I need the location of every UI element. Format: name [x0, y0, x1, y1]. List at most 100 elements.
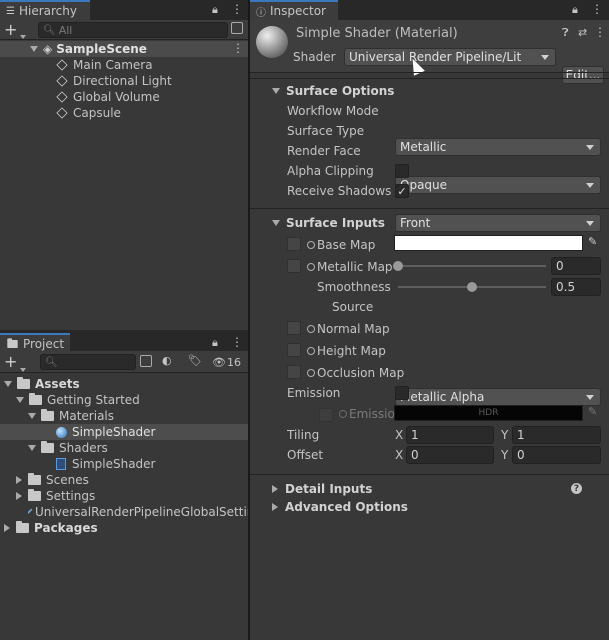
help-icon[interactable]: ?: [571, 483, 582, 494]
tree-label: SimpleShader: [72, 457, 156, 471]
collapse-icon[interactable]: [16, 476, 22, 484]
more-menu-icon[interactable]: ⋮: [231, 335, 243, 349]
tree-item-shaders[interactable]: Shaders: [28, 440, 108, 456]
list-item[interactable]: Global Volume: [56, 89, 160, 105]
folder-icon: [28, 473, 41, 485]
texture-picker-icon[interactable]: [307, 325, 315, 333]
tree-item-shader-simpleshader[interactable]: SimpleShader: [56, 456, 155, 472]
eyedropper-icon: ✎: [588, 405, 598, 418]
render-face-dropdown[interactable]: Front: [395, 214, 601, 232]
tree-item-material-simpleshader[interactable]: SimpleShader: [56, 424, 155, 440]
list-item[interactable]: Capsule: [56, 105, 121, 121]
scene-visibility-icon[interactable]: [231, 22, 243, 34]
normal-map-texture-slot[interactable]: [287, 321, 301, 335]
alpha-clipping-checkbox[interactable]: [395, 164, 409, 178]
expand-icon[interactable]: [16, 397, 24, 403]
base-map-color-field[interactable]: [394, 235, 583, 251]
surface-options-foldout[interactable]: Surface Options: [272, 83, 394, 99]
hierarchy-tab-label: Hierarchy: [18, 4, 77, 18]
tree-item-assets[interactable]: Assets: [4, 376, 80, 392]
detail-inputs-foldout[interactable]: Detail Inputs: [272, 481, 372, 497]
tree-item-getting-started[interactable]: Getting Started: [16, 392, 140, 408]
lock-icon[interactable]: 🔒︎: [572, 3, 578, 17]
texture-picker-icon[interactable]: [307, 347, 315, 355]
chevron-down-icon: [586, 395, 594, 400]
expand-icon[interactable]: [30, 46, 38, 52]
source-dropdown[interactable]: Metallic Alpha: [395, 388, 601, 406]
surface-type-dropdown[interactable]: Opaque: [395, 176, 601, 194]
hidden-packages-toggle[interactable]: 👁︎ 16: [212, 353, 241, 371]
height-map-row: Height Map: [307, 343, 386, 359]
help-icon[interactable]: ❓︎: [562, 26, 569, 40]
gameobject-icon: [56, 75, 68, 87]
list-item[interactable]: Main Camera: [56, 57, 153, 73]
offset-x-field[interactable]: 0: [406, 446, 494, 464]
metallic-map-texture-slot[interactable]: [287, 259, 301, 273]
tree-label: Getting Started: [47, 393, 140, 407]
texture-picker-icon[interactable]: [307, 263, 315, 271]
metallic-value-field[interactable]: 0: [551, 257, 601, 275]
tab-hierarchy[interactable]: ☰ Hierarchy: [0, 0, 90, 20]
tree-item-urp-settings[interactable]: UniversalRenderPipelineGlobalSettings: [28, 504, 248, 520]
inspector-tab-label: Inspector: [270, 4, 326, 18]
receive-shadows-checkbox[interactable]: ✓: [395, 184, 409, 198]
tree-item-materials[interactable]: Materials: [28, 408, 114, 424]
offset-x-label: X: [395, 448, 404, 462]
expand-icon[interactable]: [28, 413, 36, 419]
texture-picker-icon[interactable]: [307, 241, 315, 249]
expand-icon[interactable]: [4, 381, 12, 387]
detail-inputs-header: Detail Inputs: [285, 482, 373, 496]
folder-open-icon: [17, 377, 30, 389]
tiling-x-field[interactable]: 1: [406, 426, 494, 444]
add-button[interactable]: +: [4, 352, 17, 371]
material-more-icon[interactable]: ⋮: [594, 25, 606, 39]
emission-checkbox[interactable]: [395, 386, 409, 400]
tab-project[interactable]: Project: [0, 333, 70, 353]
advanced-options-foldout[interactable]: Advanced Options: [272, 499, 408, 515]
occlusion-map-texture-slot[interactable]: [287, 365, 301, 379]
smoothness-value-field[interactable]: 0.5: [551, 278, 601, 296]
more-menu-icon[interactable]: ⋮: [591, 2, 603, 16]
add-button[interactable]: +: [4, 20, 17, 39]
scene-row[interactable]: ◈ SampleScene: [30, 41, 147, 57]
texture-picker-icon[interactable]: [307, 369, 315, 377]
eyedropper-icon[interactable]: ✎: [588, 235, 597, 248]
tree-item-scenes[interactable]: Scenes: [16, 472, 89, 488]
lock-icon[interactable]: 🔒︎: [212, 3, 218, 17]
expand-icon[interactable]: [28, 445, 36, 451]
chevron-down-icon[interactable]: [20, 361, 26, 375]
divider: [250, 474, 609, 475]
workflow-mode-dropdown[interactable]: Metallic: [395, 138, 601, 156]
offset-y-field[interactable]: 0: [512, 446, 601, 464]
tag-icon[interactable]: 🏷︎: [188, 354, 202, 367]
chevron-down-icon[interactable]: [20, 28, 26, 42]
list-item[interactable]: Directional Light: [56, 73, 172, 89]
metallic-slider-track[interactable]: [398, 265, 546, 267]
lock-icon[interactable]: 🔒︎: [212, 336, 218, 350]
texture-picker-icon: [339, 410, 347, 418]
collapse-icon[interactable]: [4, 524, 10, 532]
metallic-slider-knob[interactable]: [393, 261, 403, 271]
tab-inspector[interactable]: ⓘ Inspector: [250, 0, 338, 20]
edit-shader-button[interactable]: Edit...: [562, 66, 604, 84]
presets-icon[interactable]: ⇄: [578, 26, 587, 39]
tree-item-packages[interactable]: Packages: [4, 520, 98, 536]
base-map-texture-slot[interactable]: [287, 237, 301, 251]
scene-more-icon[interactable]: ⋮: [232, 41, 244, 55]
shader-dropdown[interactable]: Universal Render Pipeline/Lit: [344, 48, 556, 66]
search-by-label-icon[interactable]: ◐: [162, 354, 172, 367]
surface-inputs-foldout[interactable]: Surface Inputs: [272, 215, 385, 231]
tree-item-settings[interactable]: Settings: [16, 488, 95, 504]
more-menu-icon[interactable]: ⋮: [231, 2, 243, 16]
height-map-texture-slot[interactable]: [287, 343, 301, 357]
smoothness-slider-knob[interactable]: [467, 282, 477, 292]
workflow-mode-value: Metallic: [400, 140, 447, 154]
project-search-input[interactable]: 🔍︎: [40, 354, 136, 370]
receive-shadows-label: Receive Shadows: [287, 184, 392, 198]
tree-label: Assets: [35, 377, 80, 391]
search-by-type-icon[interactable]: [140, 355, 152, 367]
hierarchy-search-input[interactable]: 🔍︎ All: [38, 22, 228, 38]
hierarchy-panel: ☰ Hierarchy 🔒︎ ⋮ + 🔍︎ All ◈ SampleScene …: [0, 0, 248, 330]
collapse-icon[interactable]: [16, 492, 22, 500]
tiling-y-field[interactable]: 1: [512, 426, 601, 444]
